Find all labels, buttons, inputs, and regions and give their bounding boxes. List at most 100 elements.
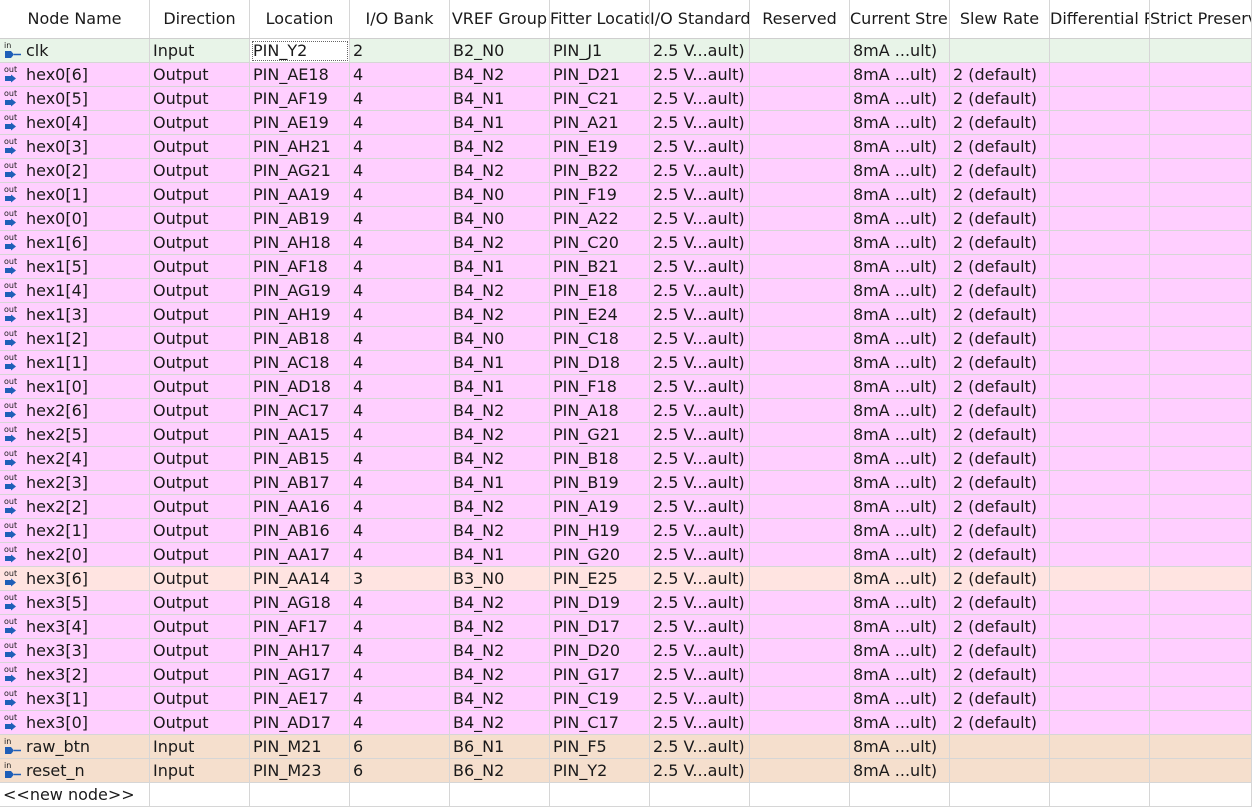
slew-rate-cell[interactable] (950, 735, 1050, 759)
location-cell[interactable]: PIN_AF18 (250, 255, 350, 279)
direction-cell[interactable]: Output (150, 471, 250, 495)
node-name-cell[interactable]: out hex2[1] (0, 519, 150, 543)
node-name-cell[interactable]: out hex3[6] (0, 567, 150, 591)
slew-rate-cell[interactable]: 2 (default) (950, 279, 1050, 303)
vref-group-cell[interactable]: B4_N2 (450, 399, 550, 423)
reserved-cell[interactable] (750, 423, 850, 447)
fitter-location-cell[interactable]: PIN_F18 (550, 375, 650, 399)
direction-cell[interactable]: Output (150, 639, 250, 663)
io-standard-cell[interactable]: 2.5 V...ault) (650, 591, 750, 615)
vref-group-cell[interactable]: B4_N1 (450, 255, 550, 279)
strict-preservation-cell[interactable] (1150, 399, 1252, 423)
fitter-location-cell[interactable]: PIN_D20 (550, 639, 650, 663)
fitter-location-cell[interactable]: PIN_B18 (550, 447, 650, 471)
differential-pair-cell[interactable] (1050, 87, 1150, 111)
differential-pair-cell[interactable] (1050, 711, 1150, 735)
location-cell[interactable]: PIN_AB17 (250, 471, 350, 495)
new-node-cell[interactable]: <<new node>> (0, 783, 150, 807)
slew-rate-cell[interactable]: 2 (default) (950, 495, 1050, 519)
direction-cell[interactable]: Output (150, 591, 250, 615)
io-standard-cell[interactable]: 2.5 V...ault) (650, 399, 750, 423)
io-standard-cell[interactable]: 2.5 V...ault) (650, 231, 750, 255)
vref-group-cell[interactable]: B4_N1 (450, 351, 550, 375)
current-strength-cell[interactable]: 8mA ...ult) (850, 351, 950, 375)
differential-pair-cell[interactable] (1050, 447, 1150, 471)
location-cell[interactable]: PIN_AB18 (250, 327, 350, 351)
strict-preservation-cell[interactable] (1150, 471, 1252, 495)
io-standard-cell[interactable]: 2.5 V...ault) (650, 183, 750, 207)
io-standard-cell[interactable]: 2.5 V...ault) (650, 735, 750, 759)
slew-rate-cell[interactable]: 2 (default) (950, 351, 1050, 375)
strict-preservation-cell[interactable] (1150, 615, 1252, 639)
fitter-location-cell[interactable]: PIN_D18 (550, 351, 650, 375)
node-name-cell[interactable]: out hex2[4] (0, 447, 150, 471)
node-name-cell[interactable]: out hex2[6] (0, 399, 150, 423)
current-strength-cell[interactable]: 8mA ...ult) (850, 543, 950, 567)
fitter-location-cell[interactable]: PIN_J1 (550, 39, 650, 63)
differential-pair-cell[interactable] (1050, 135, 1150, 159)
io-standard-cell[interactable]: 2.5 V...ault) (650, 375, 750, 399)
vref-group-cell[interactable]: B4_N1 (450, 87, 550, 111)
io-standard-cell[interactable]: 2.5 V...ault) (650, 543, 750, 567)
io-standard-cell[interactable]: 2.5 V...ault) (650, 279, 750, 303)
table-row[interactable]: out hex0[4] Output PIN_AE19 4 B4_N1 PIN_A21 2.5… (0, 111, 1252, 135)
location-cell[interactable]: PIN_M21 (250, 735, 350, 759)
column-header-slew-rate[interactable]: Slew Rate (950, 0, 1050, 38)
node-name-cell[interactable]: out hex1[5] (0, 255, 150, 279)
io-bank-cell[interactable]: 4 (350, 591, 450, 615)
table-row[interactable]: out hex0[3] Output PIN_AH21 4 B4_N2 PIN_E19 2.5… (0, 135, 1252, 159)
table-row[interactable]: out hex0[2] Output PIN_AG21 4 B4_N2 PIN_B22 2.5… (0, 159, 1252, 183)
vref-group-cell[interactable]: B4_N1 (450, 375, 550, 399)
fitter-location-cell[interactable]: PIN_F19 (550, 183, 650, 207)
strict-preservation-cell[interactable] (1150, 687, 1252, 711)
strict-preservation-cell[interactable] (1150, 711, 1252, 735)
current-strength-cell[interactable]: 8mA ...ult) (850, 111, 950, 135)
io-standard-cell[interactable]: 2.5 V...ault) (650, 87, 750, 111)
table-row[interactable]: out hex1[1] Output PIN_AC18 4 B4_N1 PIN_D18 2.5… (0, 351, 1252, 375)
io-bank-cell[interactable]: 3 (350, 567, 450, 591)
io-standard-cell[interactable]: 2.5 V...ault) (650, 639, 750, 663)
node-name-cell[interactable]: out hex0[6] (0, 63, 150, 87)
slew-rate-cell[interactable] (950, 759, 1050, 783)
table-row[interactable]: out hex0[6] Output PIN_AE18 4 B4_N2 PIN_D21 2.5… (0, 63, 1252, 87)
strict-preservation-cell[interactable] (1150, 495, 1252, 519)
vref-group-cell[interactable]: B4_N2 (450, 687, 550, 711)
location-cell[interactable]: PIN_AA17 (250, 543, 350, 567)
location-cell[interactable]: PIN_AH19 (250, 303, 350, 327)
vref-group-cell[interactable]: B4_N2 (450, 663, 550, 687)
io-bank-cell[interactable]: 4 (350, 135, 450, 159)
fitter-location-cell[interactable]: PIN_D19 (550, 591, 650, 615)
strict-preservation-cell[interactable] (1150, 519, 1252, 543)
io-standard-cell[interactable]: 2.5 V...ault) (650, 303, 750, 327)
differential-pair-cell[interactable] (1050, 39, 1150, 63)
io-standard-cell[interactable]: 2.5 V...ault) (650, 471, 750, 495)
location-cell[interactable]: PIN_AG18 (250, 591, 350, 615)
column-header-vref-group[interactable]: VREF Group (450, 0, 550, 38)
location-cell[interactable]: PIN_Y2 (250, 39, 350, 63)
direction-cell[interactable]: Input (150, 39, 250, 63)
table-row[interactable]: out hex0[5] Output PIN_AF19 4 B4_N1 PIN_C21 2.5… (0, 87, 1252, 111)
table-row[interactable]: in clk Input PIN_Y2 2 B2_N0 PIN_J1 2.5 V...ault… (0, 39, 1252, 63)
fitter-location-cell[interactable]: PIN_D17 (550, 615, 650, 639)
table-row[interactable]: out hex1[2] Output PIN_AB18 4 B4_N0 PIN_C18 2.5… (0, 327, 1252, 351)
io-bank-cell[interactable]: 6 (350, 759, 450, 783)
current-strength-cell[interactable]: 8mA ...ult) (850, 303, 950, 327)
io-bank-cell[interactable]: 4 (350, 375, 450, 399)
strict-preservation-cell[interactable] (1150, 663, 1252, 687)
vref-group-cell[interactable]: B6_N1 (450, 735, 550, 759)
slew-rate-cell[interactable]: 2 (default) (950, 327, 1050, 351)
table-row[interactable]: out hex3[1] Output PIN_AE17 4 B4_N2 PIN_C19 2.5… (0, 687, 1252, 711)
vref-group-cell[interactable]: B4_N2 (450, 711, 550, 735)
direction-cell[interactable]: Output (150, 207, 250, 231)
strict-preservation-cell[interactable] (1150, 39, 1252, 63)
direction-cell[interactable]: Output (150, 327, 250, 351)
table-row[interactable]: out hex0[0] Output PIN_AB19 4 B4_N0 PIN_A22 2.5… (0, 207, 1252, 231)
location-cell[interactable]: PIN_AF17 (250, 615, 350, 639)
direction-cell[interactable]: Output (150, 135, 250, 159)
io-bank-cell[interactable]: 4 (350, 183, 450, 207)
slew-rate-cell[interactable]: 2 (default) (950, 519, 1050, 543)
location-cell[interactable]: PIN_AE17 (250, 687, 350, 711)
direction-cell[interactable]: Output (150, 231, 250, 255)
fitter-location-cell[interactable]: PIN_C19 (550, 687, 650, 711)
location-cell[interactable]: PIN_AG17 (250, 663, 350, 687)
